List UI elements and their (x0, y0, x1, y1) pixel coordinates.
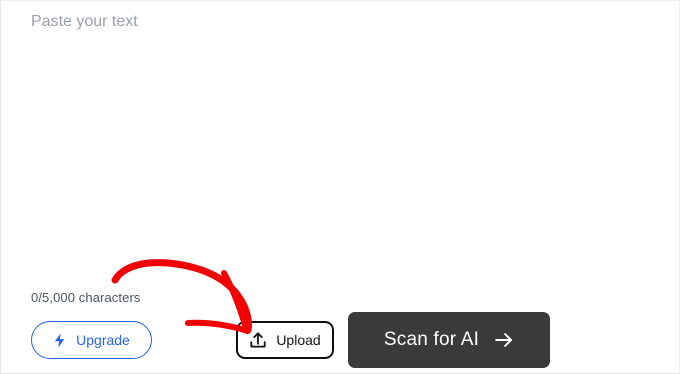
upload-label: Upload (276, 332, 321, 348)
scan-for-ai-button[interactable]: Scan for AI (348, 312, 550, 368)
text-input-area[interactable] (1, 1, 679, 279)
lightning-bolt-icon (53, 333, 66, 348)
upgrade-button[interactable]: Upgrade (31, 321, 152, 359)
character-counter: 0/5,000 characters (31, 290, 141, 305)
scan-label: Scan for AI (383, 329, 480, 350)
arrow-right-icon (494, 330, 514, 350)
upload-button[interactable]: Upload (236, 321, 334, 359)
ai-detector-panel: 0/5,000 characters Upgrade Upload Scan f… (0, 0, 680, 374)
upload-tray-icon (249, 331, 267, 349)
upgrade-label: Upgrade (76, 332, 130, 348)
